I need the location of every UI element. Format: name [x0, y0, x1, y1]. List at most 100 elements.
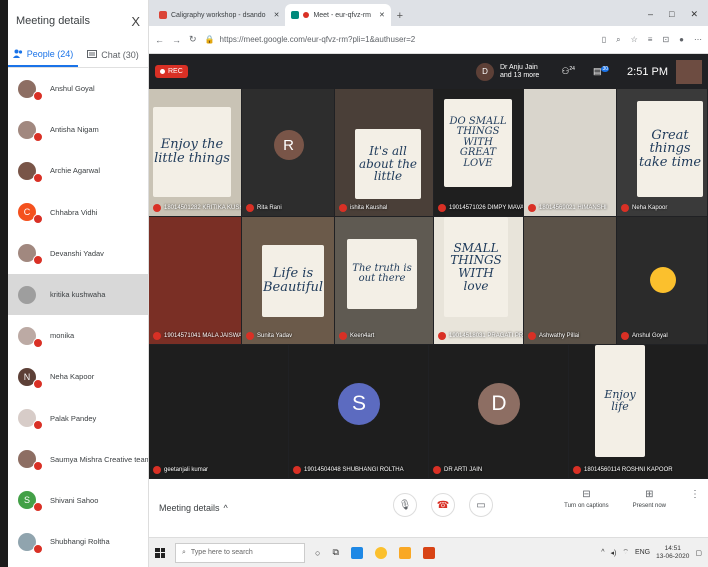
mic-muted-icon: [33, 543, 43, 554]
video-tile[interactable]: D DR ARTI JAIN: [429, 345, 568, 478]
close-icon[interactable]: X: [131, 14, 140, 29]
video-tile[interactable]: Enjoy life 18014560114 ROSHNI KAPOOR: [569, 345, 707, 478]
forward-icon[interactable]: →: [172, 35, 181, 45]
video-tile[interactable]: geetanjali kumar: [149, 345, 288, 478]
participant-name: 19014571026 DIMPY MAVAR: [449, 205, 523, 211]
mic-muted-icon: [438, 204, 446, 212]
more-options-button[interactable]: ⋮: [690, 489, 700, 500]
tab-chat-label: Chat (30): [101, 49, 139, 60]
edge-icon[interactable]: [350, 546, 363, 559]
video-tile[interactable]: S 19014504048 SHUBHANGI ROLTHA: [289, 345, 428, 478]
video-tile[interactable]: Ashwathy Pillai: [524, 217, 616, 344]
leave-call-button[interactable]: ☎: [431, 493, 455, 517]
maximize-button[interactable]: □: [669, 9, 674, 20]
video-tile[interactable]: R Rita Rani: [242, 89, 334, 216]
url-field[interactable]: 🔒 https://meet.google.com/eur-qfvz-rm?pl…: [205, 30, 594, 50]
powerpoint-icon[interactable]: [422, 546, 435, 559]
list-item[interactable]: Devanshi Yadav: [8, 233, 148, 274]
mic-muted-icon: [528, 332, 536, 340]
meeting-details-toggle[interactable]: Meeting details ^: [159, 503, 228, 513]
tray-chevron-icon[interactable]: ^: [601, 549, 604, 556]
present-label: Present now: [632, 503, 666, 509]
chrome-icon[interactable]: [374, 546, 387, 559]
browser-tab-label: Meet - eur-qfvz-rm: [313, 11, 371, 19]
video-tile[interactable]: Life is Beautiful Sunita Yadav: [242, 217, 334, 344]
video-tile[interactable]: DO SMALL THINGS WITH GREAT LOVE 190145710…: [434, 89, 523, 216]
present-button[interactable]: ⊞ Present now: [633, 489, 666, 509]
file-explorer-icon[interactable]: [398, 546, 411, 559]
notifications-icon[interactable]: ▢: [695, 549, 702, 557]
close-tab-icon[interactable]: ✕: [379, 11, 385, 19]
star-icon[interactable]: ☆: [631, 35, 638, 45]
video-tile[interactable]: It's all about the little ishita Kaushal: [335, 89, 433, 216]
phone-hangup-icon: ☎: [436, 499, 450, 511]
tray-clock[interactable]: 14:51 13-06-2020: [656, 545, 689, 561]
browser-tab-calligraphy[interactable]: Caligraphy workshop - dsando ✕: [153, 4, 285, 26]
mic-muted-icon: [33, 131, 43, 142]
taskbar-search[interactable]: ⌕ Type here to search: [175, 542, 305, 563]
avatar-initial: C: [23, 207, 31, 218]
list-item[interactable]: Antisha Nigam: [8, 109, 148, 150]
person-name: Neha Kapoor: [50, 372, 95, 382]
tile-label: 18014501282 KRITIKA KUSHW...: [153, 204, 241, 212]
zoom-icon[interactable]: ⌕: [616, 35, 620, 45]
profile-icon[interactable]: ●: [679, 35, 684, 45]
self-view-thumbnail[interactable]: [676, 59, 702, 84]
list-item[interactable]: monika: [8, 315, 148, 356]
tab-people-label: People (24): [26, 48, 74, 59]
avatar: [18, 285, 36, 304]
video-tile[interactable]: The truth is out there Keen4art: [335, 217, 433, 344]
captions-button[interactable]: ⊟ Turn on captions: [564, 489, 608, 509]
chat-button[interactable]: ▤30: [593, 66, 610, 77]
language-indicator[interactable]: ENG: [635, 549, 650, 556]
minimize-button[interactable]: –: [648, 9, 653, 20]
list-item[interactable]: N Neha Kapoor: [8, 356, 148, 397]
save-icon[interactable]: ⊡: [662, 35, 669, 45]
reload-icon[interactable]: ↻: [189, 34, 197, 45]
list-item[interactable]: Saumya Mishra Creative team: [8, 439, 148, 480]
cortana-icon[interactable]: ○: [315, 548, 320, 558]
video-tile[interactable]: Anshul Goyal: [617, 217, 707, 344]
video-tile[interactable]: Great things take time Neha Kapoor: [617, 89, 707, 216]
camera-button[interactable]: ▭: [469, 493, 493, 517]
mic-muted-icon: [33, 255, 43, 266]
mic-muted-icon: [339, 204, 347, 212]
new-tab-button[interactable]: +: [391, 10, 409, 26]
video-tile[interactable]: 18014569021 HIMANSHI: [524, 89, 616, 216]
windows-start-icon[interactable]: [155, 547, 165, 558]
browser-tab-meet[interactable]: Meet - eur-qfvz-rm ✕: [285, 4, 391, 26]
back-icon[interactable]: ←: [155, 35, 164, 45]
mic-button[interactable]: 🎙: [393, 493, 417, 517]
tab-chat[interactable]: Chat (30): [78, 42, 148, 67]
list-item[interactable]: Archie Agarwal: [8, 150, 148, 191]
list-item[interactable]: S Shivani Sahoo: [8, 480, 148, 521]
volume-icon[interactable]: ◂): [611, 549, 617, 557]
list-item[interactable]: Palak Pandey: [8, 398, 148, 439]
calligraphy-paper: Enjoy life: [595, 345, 645, 457]
tile-label: DR ARTI JAIN: [433, 466, 482, 474]
more-icon[interactable]: ⋯: [694, 35, 702, 45]
network-icon[interactable]: ⌔: [622, 548, 629, 557]
close-window-button[interactable]: ✕: [690, 9, 698, 20]
video-tile[interactable]: Enjoy the little things 18014501282 KRITI…: [149, 89, 241, 216]
video-tile[interactable]: 19014571041 MALA JAISWAL: [149, 217, 241, 344]
people-count-button[interactable]: ⚇24: [561, 66, 575, 77]
tray-time: 14:51: [664, 544, 681, 552]
panel-tabs: People (24) Chat (30): [8, 42, 148, 68]
collections-icon[interactable]: ≡: [648, 35, 653, 45]
list-item[interactable]: Shubhangi Roltha: [8, 521, 148, 562]
task-view-icon[interactable]: ⧉: [332, 547, 338, 558]
people-count: 24: [569, 66, 575, 72]
chat-count: 30: [601, 66, 610, 72]
list-item[interactable]: Anshul Goyal: [8, 68, 148, 109]
list-item[interactable]: kritika kushwaha: [8, 273, 148, 316]
video-tile[interactable]: SMALL THINGS WITH love 19014518031 PRAGAT…: [434, 217, 523, 344]
close-tab-icon[interactable]: ✕: [274, 11, 280, 19]
tile-label: Neha Kapoor: [621, 204, 667, 212]
avatar: [18, 244, 43, 266]
tab-people[interactable]: People (24): [8, 42, 78, 67]
mic-muted-icon: [33, 420, 43, 431]
camera-permission-icon[interactable]: ▯: [602, 35, 606, 45]
list-item[interactable]: C Chhabra Vidhi: [8, 192, 148, 233]
tile-label: Rita Rani: [246, 204, 282, 212]
